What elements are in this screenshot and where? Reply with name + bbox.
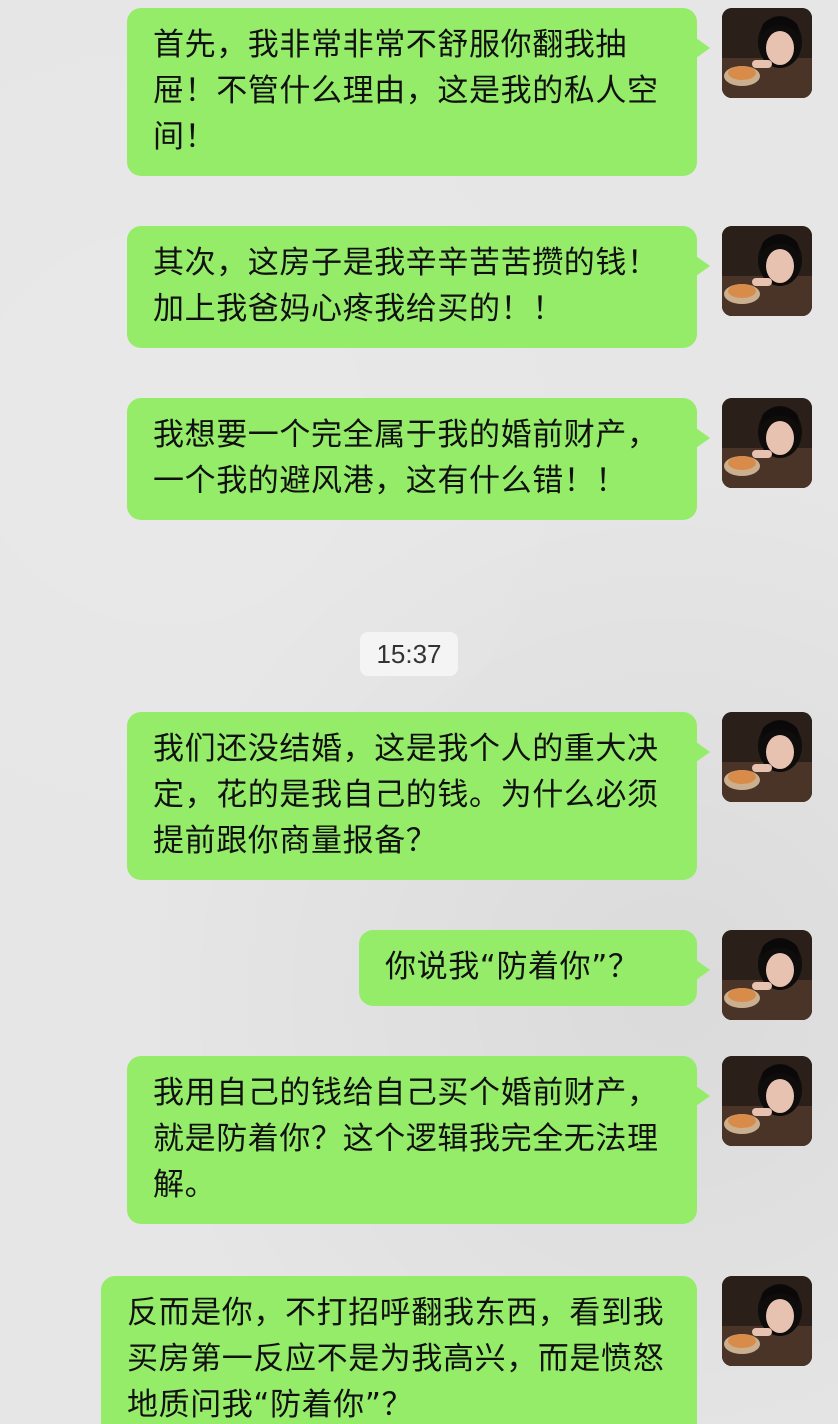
avatar-2[interactable] (722, 226, 812, 316)
avatar-7[interactable] (722, 1276, 812, 1366)
message-bubble-7[interactable]: 反而是你，不打招呼翻我东西，看到我买房第一反应不是为我高兴，而是愤怒地质问我“防… (101, 1276, 697, 1424)
chat-window: 首先，我非常非常不舒服你翻我抽屉！不管什么理由，这是我的私人空间！ 其次，这房子… (0, 0, 838, 1424)
user-avatar-icon (722, 8, 812, 98)
avatar-1[interactable] (722, 8, 812, 98)
message-bubble-3[interactable]: 我想要一个完全属于我的婚前财产，一个我的避风港，这有什么错！！ (127, 398, 710, 520)
avatar-5[interactable] (722, 930, 812, 1020)
message-bubble-2[interactable]: 其次，这房子是我辛辛苦苦攒的钱！加上我爸妈心疼我给买的！！ (127, 226, 710, 348)
user-avatar-icon (722, 1056, 812, 1146)
timestamp: 15:37 (360, 632, 458, 676)
user-avatar-icon (722, 712, 812, 802)
user-avatar-icon (722, 1276, 812, 1366)
message-bubble-5[interactable]: 你说我“防着你”？ (359, 930, 710, 1006)
message-bubble-6[interactable]: 我用自己的钱给自己买个婚前财产，就是防着你？这个逻辑我完全无法理解。 (127, 1056, 710, 1224)
user-avatar-icon (722, 398, 812, 488)
avatar-6[interactable] (722, 1056, 812, 1146)
user-avatar-icon (722, 930, 812, 1020)
message-bubble-4[interactable]: 我们还没结婚，这是我个人的重大决定，花的是我自己的钱。为什么必须提前跟你商量报备… (127, 712, 710, 880)
user-avatar-icon (722, 226, 812, 316)
avatar-4[interactable] (722, 712, 812, 802)
message-bubble-1[interactable]: 首先，我非常非常不舒服你翻我抽屉！不管什么理由，这是我的私人空间！ (127, 8, 710, 176)
avatar-3[interactable] (722, 398, 812, 488)
